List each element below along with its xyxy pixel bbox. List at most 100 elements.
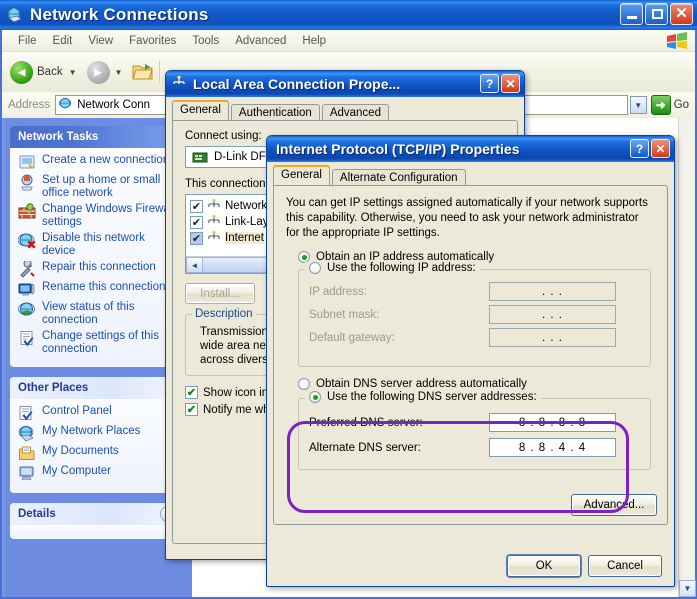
network-tasks-panel: Network Tasks Create a new connection Se… [10, 126, 182, 367]
go-label: Go [673, 99, 689, 111]
go-button[interactable]: ➜ Go [650, 95, 689, 115]
lan-dialog-tabs: General Authentication Advanced [166, 100, 524, 121]
other-places-header: Other Places [10, 377, 182, 399]
windows-flag-icon [665, 32, 689, 51]
vertical-scrollbar[interactable]: ▼ [678, 118, 696, 597]
sidebar-item-setup-home-network[interactable]: Set up a home or small office network [18, 174, 176, 200]
back-button[interactable]: ◄ Back ▼ [10, 60, 79, 84]
menu-favorites[interactable]: Favorites [121, 33, 184, 49]
close-button[interactable]: ✕ [501, 74, 520, 93]
subnet-mask-label: Subnet mask: [309, 308, 380, 321]
ip-address-input[interactable]: . . . [489, 282, 616, 301]
help-button[interactable]: ? [630, 139, 649, 158]
sidebar-item-change-settings[interactable]: Change settings of this connection [18, 330, 176, 356]
scroll-down-button[interactable]: ▼ [679, 580, 696, 597]
sidebar-item-label: Repair this connection [42, 261, 156, 273]
manual-ip-group: Use the following IP address: IP address… [298, 262, 651, 367]
sidebar-item-control-panel[interactable]: Control Panel [18, 405, 176, 422]
sidebar-item-repair-connection[interactable]: Repair this connection [18, 259, 176, 278]
sidebar-item-create-connection[interactable]: Create a new connection [18, 154, 176, 171]
show-icon-checkbox[interactable]: ✔ [185, 386, 198, 399]
subnet-mask-input[interactable]: . . . [489, 305, 616, 324]
network-tasks-title: Network Tasks [18, 131, 99, 143]
close-button[interactable]: ✕ [670, 3, 693, 25]
menu-view[interactable]: View [80, 33, 121, 49]
component-checkbox[interactable]: ✔ [190, 231, 203, 245]
close-button[interactable]: ✕ [651, 139, 670, 158]
lan-dialog-title: Local Area Connection Prope... [193, 76, 401, 92]
tab-general[interactable]: General [172, 100, 229, 120]
use-following-ip-radio-row[interactable]: Use the following IP address: [305, 262, 480, 274]
details-panel: Details » [10, 503, 182, 539]
maximize-icon [652, 9, 663, 19]
use-following-dns-radio-row[interactable]: Use the following DNS server addresses: [305, 391, 541, 403]
window-titlebar: Network Connections ✕ [0, 0, 697, 30]
address-dropdown-icon[interactable]: ▼ [629, 96, 647, 114]
component-checkbox[interactable]: ✔ [190, 199, 203, 213]
forward-dropdown-icon[interactable]: ▼ [115, 68, 123, 77]
toolbar-separator [159, 61, 161, 83]
scroll-left-button[interactable]: ◄ [186, 257, 203, 273]
home-network-icon [18, 174, 36, 191]
ok-button[interactable]: OK [507, 555, 581, 577]
help-button[interactable]: ? [480, 74, 499, 93]
sidebar-item-rename-connection[interactable]: Rename this connection [18, 281, 176, 298]
preferred-dns-label: Preferred DNS server: [309, 416, 423, 429]
alternate-dns-input[interactable]: 8 . 8 . 4 . 4 [489, 438, 616, 457]
obtain-dns-automatically-radio[interactable] [298, 378, 310, 390]
advanced-button[interactable]: Advanced... [571, 494, 657, 516]
preferred-dns-input[interactable]: 8 . 8 . 8 . 8 [489, 413, 616, 432]
menu-edit[interactable]: Edit [45, 33, 81, 49]
menu-advanced[interactable]: Advanced [227, 33, 294, 49]
cancel-button[interactable]: Cancel [588, 555, 662, 577]
component-checkbox[interactable]: ✔ [190, 215, 203, 229]
manual-dns-group: Use the following DNS server addresses: … [298, 391, 651, 470]
sidebar-item-firewall-settings[interactable]: Change Windows Firewall settings [18, 203, 176, 229]
subnet-mask-row: Subnet mask: . . . [309, 305, 640, 324]
back-dropdown-icon[interactable]: ▼ [69, 68, 77, 77]
default-gateway-label: Default gateway: [309, 331, 395, 344]
sidebar-item-my-network-places[interactable]: My Network Places [18, 425, 176, 442]
sidebar-item-label: Rename this connection [42, 281, 166, 293]
use-following-dns-radio[interactable] [309, 391, 321, 403]
window-buttons: ✕ [620, 3, 693, 25]
sidebar-item-label: My Computer [42, 465, 112, 477]
obtain-dns-automatically-radio-row[interactable]: Obtain DNS server address automatically [298, 378, 655, 390]
network-globe-icon [6, 6, 24, 24]
view-status-icon [18, 301, 36, 318]
use-following-ip-radio[interactable] [309, 262, 321, 274]
ip-address-label: IP address: [309, 285, 367, 298]
forward-button[interactable]: ► ▼ [86, 60, 125, 84]
back-label: Back [37, 66, 63, 78]
disable-device-icon [17, 232, 36, 249]
component-label: Network [225, 200, 268, 212]
menu-help[interactable]: Help [294, 33, 334, 49]
new-connection-icon [18, 154, 36, 171]
my-documents-icon [18, 445, 36, 462]
tab-general[interactable]: General [273, 165, 330, 185]
tab-alternate-configuration[interactable]: Alternate Configuration [331, 169, 466, 186]
minimize-icon [627, 16, 637, 19]
forward-arrow-icon: ► [86, 60, 110, 84]
install-button[interactable]: Install... [185, 283, 255, 304]
details-body [10, 525, 182, 539]
tab-authentication[interactable]: Authentication [230, 104, 320, 121]
default-gateway-input[interactable]: . . . [489, 328, 616, 347]
sidebar-item-view-status[interactable]: View status of this connection [18, 301, 176, 327]
other-places-title: Other Places [18, 382, 89, 394]
close-icon: ✕ [675, 5, 688, 22]
firewall-icon [18, 203, 36, 220]
menu-file[interactable]: File [10, 33, 45, 49]
folders-icon[interactable] [132, 63, 154, 81]
change-settings-icon [18, 330, 36, 347]
sidebar-item-my-documents[interactable]: My Documents [18, 445, 176, 462]
sidebar-item-disable-device[interactable]: Disable this network device [17, 232, 176, 258]
tab-advanced[interactable]: Advanced [321, 104, 389, 121]
sidebar-item-label: Control Panel [42, 405, 112, 417]
notify-checkbox[interactable]: ✔ [185, 403, 198, 416]
maximize-button[interactable] [645, 3, 668, 25]
sidebar-item-my-computer[interactable]: My Computer [18, 465, 176, 482]
menu-tools[interactable]: Tools [184, 33, 227, 49]
minimize-button[interactable] [620, 3, 643, 25]
adapter-name: D-Link DF [214, 151, 266, 163]
